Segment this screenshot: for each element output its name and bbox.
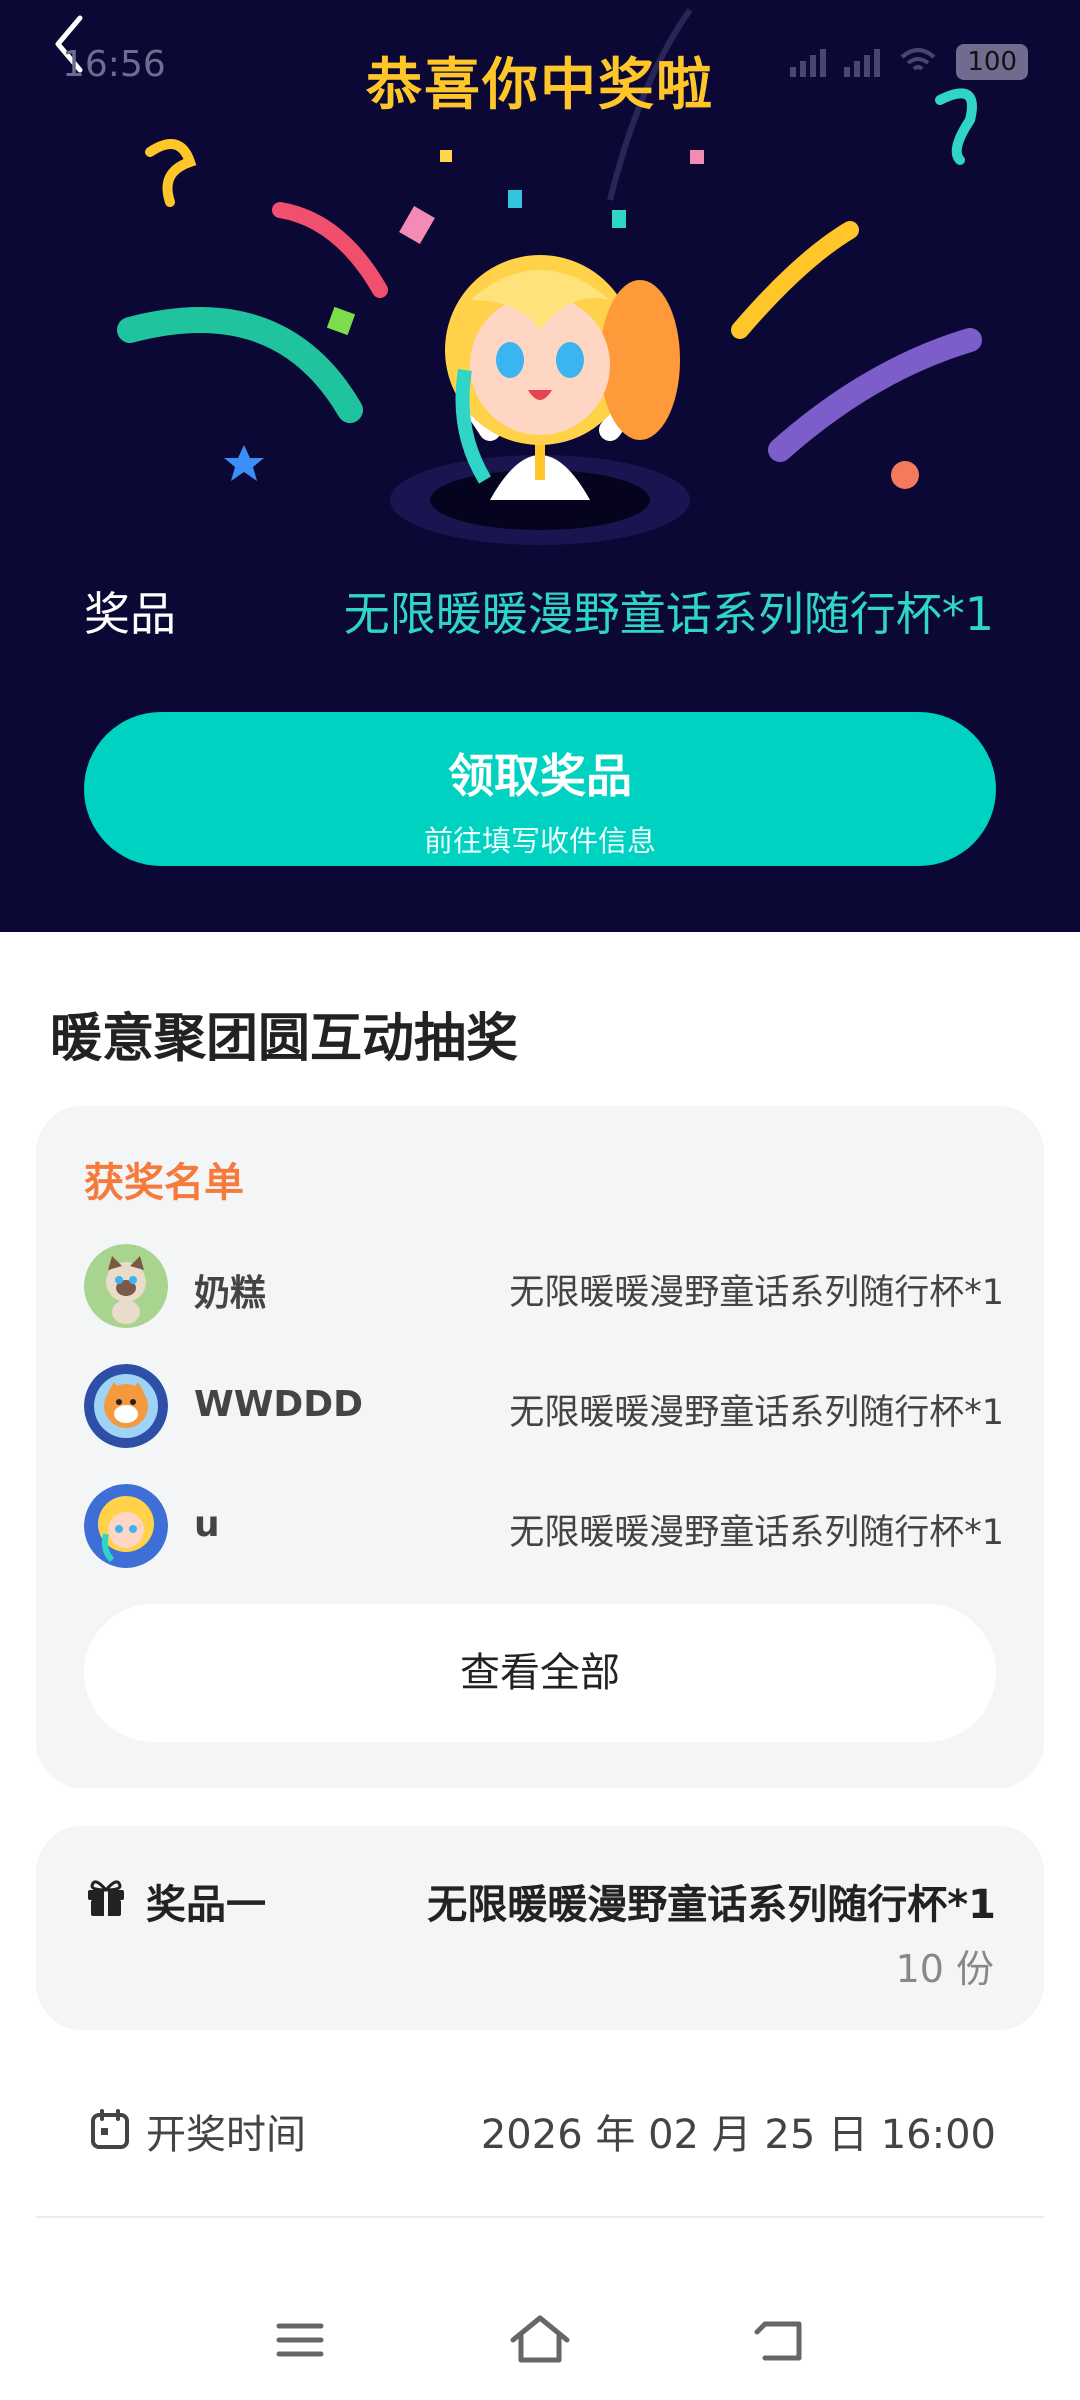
system-nav-bar (0, 2290, 1080, 2400)
divider (36, 2216, 1044, 2218)
draw-time-label: 开奖时间 (146, 2112, 306, 2158)
winner-prize: 无限暖暖漫野童话系列随行杯*1 (509, 1513, 1004, 1553)
prize-info-card: 奖品一 无限暖暖漫野童话系列随行杯*1 10 份 (36, 1826, 1044, 2030)
prize-name: 无限暖暖漫野童话系列随行杯*1 (427, 1882, 996, 1928)
calendar-icon (91, 2109, 129, 2149)
winner-row: WWDDD 无限暖暖漫野童话系列随行杯*1 (84, 1364, 1004, 1450)
winner-name: 奶糕 (194, 1273, 267, 1314)
mascot-illustration (390, 255, 690, 545)
menu-icon[interactable] (265, 2310, 335, 2370)
draw-time-value: 2026 年 02 月 25 日 16:00 (480, 2112, 996, 2158)
back-nav-icon[interactable] (745, 2310, 815, 2370)
congrats-title: 恭喜你中奖啦 (366, 53, 714, 118)
draw-time-row: 开奖时间 2026 年 02 月 25 日 16:00 (84, 2098, 996, 2158)
claim-button-label: 领取奖品 (448, 749, 632, 803)
winner-name: u (194, 1504, 220, 1545)
winner-row: u 无限暖暖漫野童话系列随行杯*1 (84, 1484, 1004, 1570)
winner-row: 奶糕 无限暖暖漫野童话系列随行杯*1 (84, 1244, 1004, 1330)
cat-avatar-icon (84, 1244, 168, 1328)
view-all-button[interactable]: 查看全部 (84, 1604, 996, 1742)
winner-prize: 无限暖暖漫野童话系列随行杯*1 (509, 1273, 1004, 1313)
shiba-avatar-icon (84, 1364, 168, 1448)
event-title: 暖意聚团圆互动抽奖 (50, 1009, 519, 1069)
claim-prize-button[interactable]: 领取奖品 前往填写收件信息 (84, 712, 996, 866)
girl-avatar-icon (84, 1484, 168, 1568)
winner-name: WWDDD (194, 1384, 364, 1425)
prize-value: 无限暖暖漫野童话系列随行杯*1 (343, 587, 994, 641)
hero-banner: 16:56 100 恭喜你中奖啦 奖品 无限暖暖漫野童话系列随行杯*1 领取奖品… (0, 0, 1080, 932)
home-icon[interactable] (505, 2310, 575, 2370)
prize-label: 奖品 (84, 587, 176, 641)
prize-tier: 奖品一 (146, 1882, 266, 1928)
winners-card: 获奖名单 奶糕 无限暖暖漫野童话系列随行杯*1 WWDDD 无限暖暖漫野童话系列… (36, 1106, 1044, 1788)
gift-icon (88, 1880, 124, 1916)
prize-quantity: 10 份 (895, 1947, 994, 1991)
winners-title: 获奖名单 (84, 1160, 244, 1206)
claim-button-sublabel: 前往填写收件信息 (423, 824, 656, 858)
winner-prize: 无限暖暖漫野童话系列随行杯*1 (509, 1393, 1004, 1433)
